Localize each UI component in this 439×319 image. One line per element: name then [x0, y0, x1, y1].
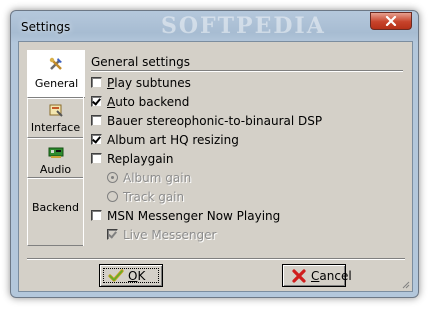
checkbox-box [107, 229, 118, 240]
tab-backend[interactable]: Backend [27, 178, 83, 246]
title-bar[interactable]: SOFTPEDIA Settings [11, 11, 418, 41]
tab-interface[interactable]: Interface [27, 98, 83, 138]
tab-general-label: General [34, 77, 79, 90]
album-art-hq-label: Album art HQ resizing [107, 133, 239, 147]
play-subtunes-label: Play subtunes [107, 76, 191, 90]
ok-button[interactable]: OK [99, 264, 163, 287]
tab-interface-label: Interface [30, 121, 81, 134]
auto-backend-label: Auto backend [107, 95, 190, 109]
button-divider [27, 258, 405, 260]
general-tools-icon [49, 57, 62, 70]
audio-card-icon [48, 147, 64, 158]
tab-backend-label: Backend [31, 201, 80, 214]
red-x-icon [292, 269, 306, 283]
watermark: SOFTPEDIA [161, 13, 326, 39]
checkbox-box [91, 77, 102, 88]
radio-dot [107, 191, 118, 202]
window-title: Settings [21, 20, 71, 34]
group-title: General settings [91, 55, 190, 69]
tab-general[interactable]: General [27, 50, 85, 98]
close-icon [385, 16, 397, 26]
resize-grip-icon[interactable] [400, 279, 410, 289]
checkbox-box [91, 115, 102, 126]
msn-now-playing-label: MSN Messenger Now Playing [107, 209, 281, 223]
dialog-client: General Interface Audio Backend General … [18, 41, 413, 292]
track-gain-label: Track gain [123, 190, 185, 204]
cancel-label: Cancel [311, 269, 352, 283]
group-divider [91, 70, 403, 72]
checkmark-icon [108, 269, 124, 282]
cancel-button[interactable]: Cancel [282, 264, 352, 287]
close-button[interactable] [370, 12, 412, 30]
interface-icon [49, 104, 63, 117]
tab-audio-label: Audio [39, 163, 72, 176]
settings-window: SOFTPEDIA Settings General Interface Aud… [10, 10, 419, 298]
live-messenger-label: Live Messenger [123, 228, 217, 242]
ok-label: OK [128, 269, 146, 283]
checkbox-box [91, 153, 102, 164]
bauer-dsp-label: Bauer stereophonic-to-binaural DSP [107, 114, 323, 128]
checkbox-box [91, 134, 102, 145]
radio-dot [107, 172, 118, 183]
checkbox-box [91, 96, 102, 107]
replaygain-label: Replaygain [107, 152, 174, 166]
album-gain-label: Album gain [123, 171, 192, 185]
checkbox-box [91, 210, 102, 221]
tab-audio[interactable]: Audio [27, 138, 83, 178]
